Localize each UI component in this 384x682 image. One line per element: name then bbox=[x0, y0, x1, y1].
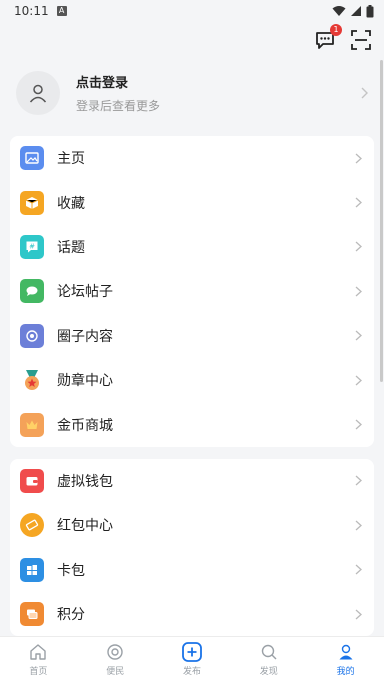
menu-item-favorites[interactable]: 收藏 bbox=[10, 180, 374, 224]
menu-item-card-pack[interactable]: 卡包 bbox=[10, 548, 374, 592]
menu-item-label: 勋章中心 bbox=[57, 373, 113, 390]
tab-label: 便民 bbox=[106, 667, 125, 677]
tab-label: 发布 bbox=[182, 667, 201, 677]
chevron-right-icon bbox=[352, 475, 364, 487]
menu-item-circle-content[interactable]: 圈子内容 bbox=[10, 314, 374, 358]
chevron-right-icon bbox=[352, 197, 364, 209]
tab-mine[interactable]: 我的 bbox=[307, 637, 384, 682]
scrollbar[interactable] bbox=[380, 60, 383, 382]
menu-item-red-packet-center[interactable]: 红包中心 bbox=[10, 503, 374, 547]
menu-item-label: 论坛帖子 bbox=[57, 284, 113, 301]
cards-icon bbox=[20, 557, 44, 582]
message-badge: 1 bbox=[330, 24, 342, 36]
chevron-right-icon bbox=[361, 87, 368, 99]
login-profile[interactable]: 点击登录 登录后查看更多 bbox=[0, 60, 384, 126]
battery-icon bbox=[366, 4, 374, 17]
menu-item-points[interactable]: 积分 bbox=[10, 592, 374, 636]
chevron-right-icon bbox=[352, 241, 364, 253]
scan-icon[interactable] bbox=[350, 29, 372, 51]
menu-item-medal-center[interactable]: 勋章中心 bbox=[10, 358, 374, 402]
chevron-right-icon bbox=[352, 519, 364, 531]
chevron-right-icon bbox=[352, 330, 364, 342]
status-time: 10:11 bbox=[14, 4, 49, 18]
chevron-right-icon bbox=[352, 374, 364, 386]
user-placeholder-icon bbox=[29, 84, 47, 103]
chevron-right-icon bbox=[352, 152, 364, 164]
tab-label: 首页 bbox=[29, 667, 48, 677]
medal-icon bbox=[20, 368, 44, 392]
menu-item-label: 金币商城 bbox=[57, 417, 113, 434]
menu-item-home[interactable]: 主页 bbox=[10, 136, 374, 180]
svg-text:#: # bbox=[29, 243, 35, 251]
top-actions: 1 bbox=[0, 22, 384, 58]
tab-discover[interactable]: 发现 bbox=[230, 637, 307, 682]
circle-icon bbox=[20, 323, 44, 348]
tab-label: 我的 bbox=[336, 667, 355, 677]
menu-item-coin-mall[interactable]: 金币商城 bbox=[10, 402, 374, 446]
menu-item-label: 主页 bbox=[57, 151, 85, 168]
menu-item-virtual-wallet[interactable]: 虚拟钱包 bbox=[10, 459, 374, 503]
avatar bbox=[16, 71, 60, 115]
notification-icon: A bbox=[56, 6, 67, 16]
search-icon bbox=[260, 642, 278, 662]
chevron-right-icon bbox=[352, 285, 364, 297]
box-icon bbox=[20, 190, 44, 215]
menu-card-wallet: 虚拟钱包 红包中心 卡包 积分 bbox=[10, 458, 374, 637]
wallet-icon bbox=[20, 468, 44, 493]
chevron-right-icon bbox=[352, 608, 364, 620]
status-left: 10:11 A bbox=[14, 4, 67, 18]
points-icon bbox=[20, 602, 44, 627]
menu-item-label: 话题 bbox=[57, 239, 85, 256]
signal-icon bbox=[351, 6, 361, 16]
tab-home[interactable]: 首页 bbox=[0, 637, 77, 682]
menu-item-label: 卡包 bbox=[57, 562, 85, 579]
hash-icon: # bbox=[20, 234, 44, 259]
chevron-right-icon bbox=[352, 564, 364, 576]
message-button[interactable]: 1 bbox=[314, 24, 342, 51]
plus-box-icon bbox=[181, 642, 203, 662]
login-title: 点击登录 bbox=[76, 76, 129, 91]
wifi-icon bbox=[332, 6, 346, 16]
menu-card-main: 主页 收藏 # 话题 论坛帖子 圈子内容 勋章中心 金币商城 bbox=[10, 136, 374, 447]
compass-icon bbox=[106, 642, 124, 662]
tab-services[interactable]: 便民 bbox=[77, 637, 154, 682]
crown-icon bbox=[20, 412, 44, 437]
tab-publish[interactable]: 发布 bbox=[154, 637, 231, 682]
profile-text: 点击登录 登录后查看更多 bbox=[76, 72, 360, 114]
tab-label: 发现 bbox=[259, 667, 278, 677]
chevron-right-icon bbox=[352, 419, 364, 431]
menu-item-forum-posts[interactable]: 论坛帖子 bbox=[10, 269, 374, 313]
login-subtitle: 登录后查看更多 bbox=[76, 99, 161, 113]
menu-item-label: 圈子内容 bbox=[57, 328, 113, 345]
status-bar: 10:11 A bbox=[0, 0, 384, 22]
chat-icon bbox=[20, 279, 44, 304]
image-icon bbox=[20, 146, 44, 171]
menu-item-label: 虚拟钱包 bbox=[57, 473, 113, 490]
coupon-icon bbox=[20, 513, 44, 538]
home-icon bbox=[29, 642, 47, 662]
menu-item-label: 红包中心 bbox=[57, 518, 113, 535]
bottom-tab-bar: 首页 便民 发布 发现 我的 bbox=[0, 636, 384, 682]
status-icons bbox=[332, 4, 374, 18]
menu-item-label: 收藏 bbox=[57, 195, 85, 212]
menu-item-label: 积分 bbox=[57, 607, 85, 624]
menu-item-topics[interactable]: # 话题 bbox=[10, 225, 374, 269]
user-icon bbox=[337, 642, 355, 662]
